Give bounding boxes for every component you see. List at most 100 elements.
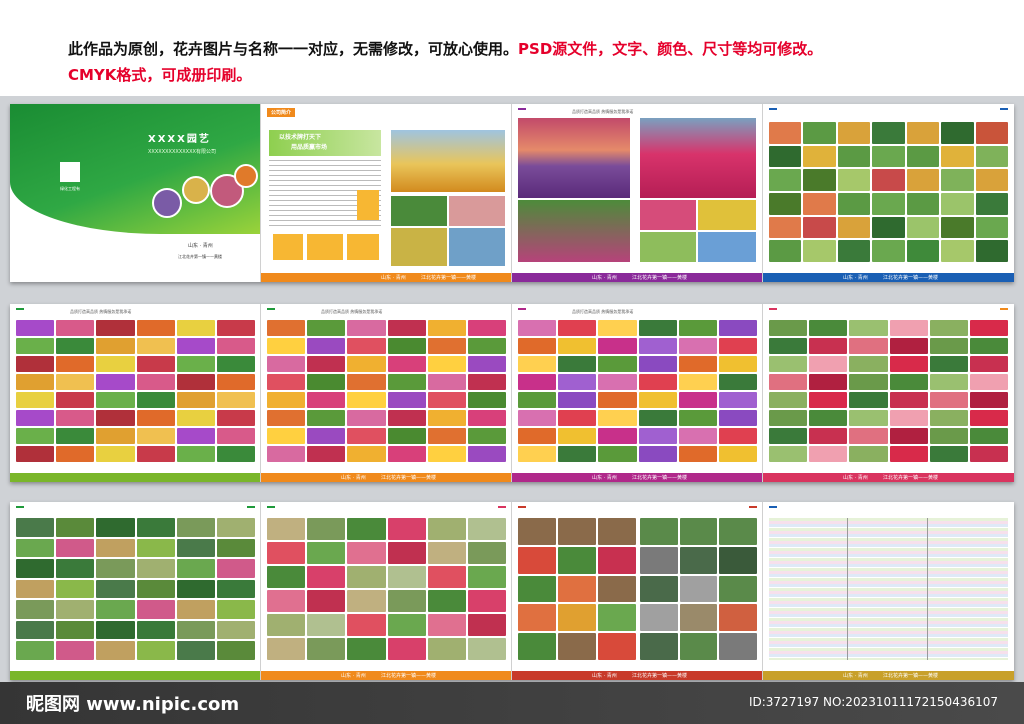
photo-tile <box>718 410 757 426</box>
photo-tile <box>769 392 808 408</box>
photo-tile <box>136 446 175 462</box>
photo-tile <box>889 320 928 336</box>
photo-tile <box>598 428 637 444</box>
photo-tile <box>347 428 386 444</box>
landscape-page-2: 山东 · 青州 江北花卉第一镇——黄楼 <box>763 104 1014 282</box>
photo-tile <box>941 122 974 144</box>
section-label <box>518 506 526 508</box>
section-label <box>16 308 24 310</box>
flower-structure-page: 山东 · 青州 江北花卉第一镇——黄楼 <box>512 502 763 680</box>
photo-tile <box>307 614 346 636</box>
photo-tile <box>809 446 848 462</box>
logo-caption: 绿化工程有 <box>60 186 80 191</box>
garden-photo <box>391 196 447 226</box>
photo-tile <box>803 122 836 144</box>
photo-tile <box>467 338 506 354</box>
page-footer: 山东 · 青州 江北花卉第一镇——黄楼 <box>763 473 1014 482</box>
cover-photo-lavender <box>152 188 182 218</box>
photo-tile <box>941 169 974 191</box>
photo-tile <box>769 410 808 426</box>
photo-tile <box>427 428 466 444</box>
photo-tile <box>809 374 848 390</box>
photo-tile <box>467 518 506 540</box>
photo-tile <box>769 192 802 215</box>
photo-tile <box>558 633 596 660</box>
page-footer: 山东 · 青州 江北花卉第一镇——黄楼 <box>261 671 512 680</box>
photo-tile <box>518 446 557 462</box>
photo-tile <box>679 633 718 660</box>
photo-tile <box>975 122 1008 144</box>
photo-tile <box>518 575 556 603</box>
photo-tile <box>849 410 888 426</box>
section-label <box>1000 108 1008 110</box>
section-label <box>769 506 777 508</box>
photo-tile <box>518 633 556 660</box>
photo-tile <box>176 410 215 426</box>
photo-tile <box>307 518 346 540</box>
photo-tile <box>640 633 678 660</box>
photo-tile <box>136 338 175 354</box>
garden-photo <box>640 200 696 230</box>
photo-tile <box>598 518 636 545</box>
photo-tile <box>719 604 757 632</box>
photo-tile <box>216 600 255 619</box>
photo-tile <box>347 320 386 336</box>
photo-tile <box>558 410 597 426</box>
photo-tile <box>136 641 175 660</box>
photo-tile <box>906 169 940 191</box>
company-logo <box>60 162 80 182</box>
photo-tile <box>769 216 802 239</box>
photo-tile <box>56 374 95 390</box>
photo-tile <box>136 620 175 640</box>
photo-tile <box>837 216 871 239</box>
photo-tile <box>849 428 888 444</box>
cover-green-band <box>10 104 261 234</box>
photo-tile <box>598 320 637 336</box>
photo-tile <box>640 604 678 632</box>
photo-tile <box>267 428 306 444</box>
photo-tile <box>769 428 808 444</box>
photo-tile <box>56 428 95 444</box>
photo-tile <box>387 614 426 636</box>
photo-tile <box>307 392 346 408</box>
photo-tile <box>929 446 968 462</box>
page-footer: 山东 · 青州 江北花卉第一镇——黄楼 <box>512 273 763 282</box>
photo-tile <box>347 374 386 390</box>
photo-tile <box>347 614 386 636</box>
photo-tile <box>467 614 506 636</box>
photo-tile <box>837 145 871 168</box>
photo-tile <box>678 428 717 444</box>
photo-tile <box>809 392 848 408</box>
photo-tile <box>467 356 506 372</box>
photo-tile <box>906 145 940 168</box>
photo-tile <box>929 428 968 444</box>
section-label <box>769 308 777 310</box>
photo-tile <box>558 575 596 603</box>
photo-tile <box>803 240 836 262</box>
photo-tile <box>347 518 386 540</box>
photo-tile <box>16 446 55 462</box>
cover-location: 山东 · 青州 <box>188 243 213 249</box>
photo-tile <box>718 392 757 408</box>
photo-tile <box>837 192 871 215</box>
photo-tile <box>975 216 1008 239</box>
photo-tile <box>849 356 888 372</box>
photo-tile <box>769 169 802 191</box>
brochure-spread-2: 品质打造高品质 热情服务是我承诺 品质打造高品质 热情服务是我承诺 山东 · 青… <box>10 304 1014 482</box>
photo-tile <box>347 410 386 426</box>
photo-tile <box>56 446 95 462</box>
page-slogan: 品质打造高品质 热情服务是我承诺 <box>572 109 634 114</box>
flower-catalog-page: 品质打造高品质 热情服务是我承诺 山东 · 青州 江北花卉第一镇——黄楼 <box>512 304 763 482</box>
photo-tile <box>267 542 306 564</box>
photo-grid <box>518 518 636 660</box>
intro-accent-box <box>347 234 379 260</box>
photo-tile <box>267 410 306 426</box>
photo-tile <box>387 374 426 390</box>
photo-tile <box>803 216 836 239</box>
photo-tile <box>769 338 808 354</box>
photo-tile <box>307 410 346 426</box>
photo-tile <box>387 428 426 444</box>
photo-tile <box>267 638 306 660</box>
photo-tile <box>969 374 1008 390</box>
photo-tile <box>975 240 1008 262</box>
